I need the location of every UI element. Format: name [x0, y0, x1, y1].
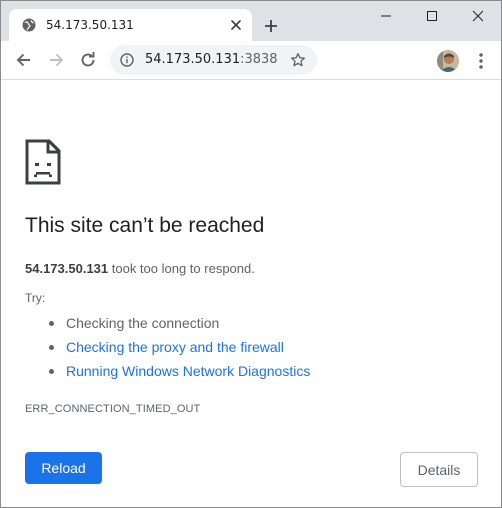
bullet-icon [49, 345, 54, 350]
error-page: This site can’t be reached 54.173.50.131… [1, 81, 501, 508]
toolbar: 54.173.50.131:3838 [1, 41, 501, 80]
plus-icon[interactable] [263, 18, 279, 34]
tab-title: 54.173.50.131 [46, 18, 134, 32]
suggestion-label: Checking the connection [66, 315, 220, 331]
error-host: 54.173.50.131 [25, 261, 109, 276]
suggestion-label[interactable]: Running Windows Network Diagnostics [66, 363, 310, 379]
close-icon[interactable] [228, 17, 244, 33]
network-diagnostics-link[interactable]: Running Windows Network Diagnostics [25, 361, 310, 385]
avatar[interactable] [437, 50, 459, 72]
forward-arrow-icon[interactable] [46, 50, 66, 70]
sad-page-icon [25, 139, 61, 185]
tab-active[interactable]: 54.173.50.131 [9, 9, 252, 41]
minimize-icon [381, 15, 391, 17]
try-label: Try: [25, 291, 46, 305]
bullet-icon [49, 321, 54, 326]
list-item: Checking the connection [25, 313, 310, 337]
url-port: :3838 [240, 52, 278, 67]
error-code: ERR_CONNECTION_TIMED_OUT [25, 403, 201, 415]
url-text[interactable]: 54.173.50.131:3838 [145, 52, 278, 68]
url-host: 54.173.50.131 [145, 52, 241, 67]
maximize-button[interactable] [409, 1, 455, 31]
error-headline: This site can’t be reached [25, 214, 265, 237]
tab-strip: 54.173.50.131 [1, 1, 501, 41]
back-arrow-icon[interactable] [14, 50, 34, 70]
globe-icon [22, 18, 36, 32]
close-icon [472, 10, 484, 22]
browser-window: 54.173.50.131 54.173.50.131:3838 This si… [0, 0, 502, 508]
maximize-icon [427, 11, 437, 21]
star-icon[interactable] [290, 52, 306, 68]
info-icon[interactable] [120, 53, 134, 67]
error-description-text: took too long to respond. [108, 261, 255, 276]
suggestion-label[interactable]: Checking the proxy and the firewall [66, 339, 284, 355]
details-button[interactable]: Details [400, 452, 478, 487]
suggestions-list: Checking the connection Checking the pro… [25, 313, 310, 385]
reload-button[interactable]: Reload [25, 452, 102, 484]
window-close-button[interactable] [455, 1, 501, 31]
address-bar[interactable]: 54.173.50.131:3838 [110, 45, 317, 75]
more-vert-icon[interactable] [473, 52, 489, 70]
reload-icon[interactable] [78, 50, 98, 70]
proxy-firewall-link[interactable]: Checking the proxy and the firewall [25, 337, 310, 361]
minimize-button[interactable] [363, 1, 409, 31]
profile-photo [437, 50, 459, 72]
bullet-icon [49, 369, 54, 374]
error-description: 54.173.50.131 took too long to respond. [25, 261, 255, 276]
